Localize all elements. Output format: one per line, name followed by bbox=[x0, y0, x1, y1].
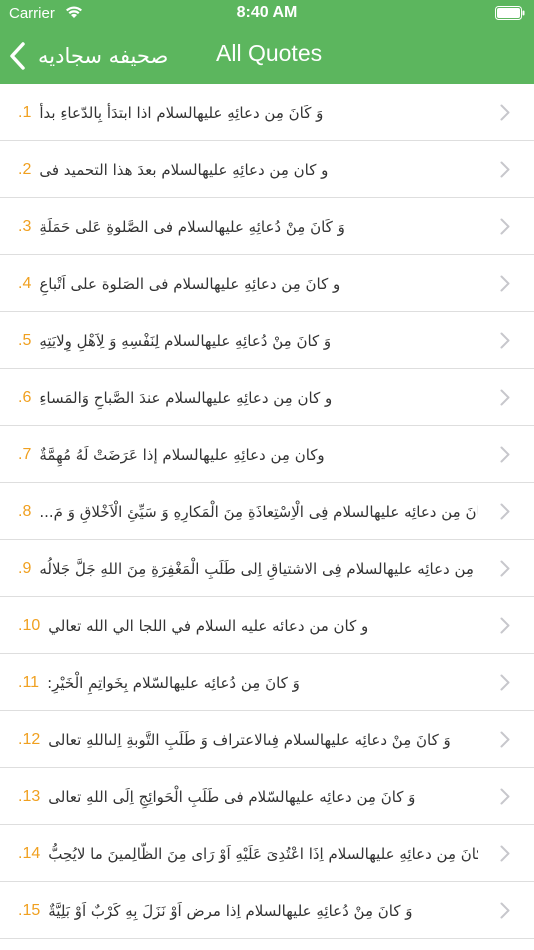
quote-title: وَ كانَ مِن دعائِهِ عليهالسلام اِذَا اعْ… bbox=[18, 825, 478, 882]
quote-row[interactable]: وَ كانَ مِن دعائِه عليهالسلام فِى الاشتي… bbox=[0, 540, 534, 597]
quote-text: وَ كانَ مِن دعائِه عليهالسّلام فى طَلَبِ… bbox=[48, 787, 416, 806]
quote-number: 1. bbox=[18, 103, 32, 121]
back-button[interactable]: صحیفه سجادیه bbox=[8, 36, 168, 76]
quote-text: وَ كانَ مِنْ دعائِه عليهالسلام فِىالاعتر… bbox=[48, 730, 451, 749]
quote-text: وَ كَانَ مِنْ دُعائِهِ عليهالسلام فى الص… bbox=[39, 217, 345, 236]
quote-number: 4. bbox=[18, 274, 32, 292]
quote-number: 5. bbox=[18, 331, 32, 349]
quote-number: 6. bbox=[18, 388, 32, 406]
quote-title: و كانَ مِن دعائِهِ عليهالسلام فى الصَلوة… bbox=[18, 255, 478, 312]
chevron-right-icon bbox=[500, 617, 510, 634]
quote-title: وَ كانَ مِن دُعائِه عليهالسّلام بِخَواتِ… bbox=[18, 654, 478, 711]
quote-title: و كان من دعائه عليه السلام في اللجا الي … bbox=[18, 597, 478, 654]
quote-number: 12. bbox=[18, 730, 41, 748]
quote-title: وكان مِن دعائِهِ عليهالسلام إذا عَرَضَتْ… bbox=[18, 426, 478, 483]
quote-title: وَ كانَ مِنْ دعائِه عليهالسلام فِىالاعتر… bbox=[18, 711, 478, 768]
quote-text: و كان مِن دعائِهِ عليهالسلام بعدَ هذا ال… bbox=[39, 160, 329, 179]
quote-number: 9. bbox=[18, 559, 32, 577]
quote-text: وَ كانَ مِنْ دُعائِهِ عليهالسلام لِنَفْس… bbox=[39, 331, 332, 350]
chevron-right-icon bbox=[500, 902, 510, 919]
quote-text: و كانَ مِن دعائِهِ عليهالسلام فى الصَلوة… bbox=[39, 274, 341, 293]
chevron-right-icon bbox=[500, 332, 510, 349]
battery-icon bbox=[495, 6, 525, 20]
quote-number: 10. bbox=[18, 616, 41, 634]
chevron-right-icon bbox=[500, 275, 510, 292]
quote-text: وَ كانَ مِن دُعائِه عليهالسّلام بِخَواتِ… bbox=[47, 673, 300, 692]
app-header: Carrier 8:40 AM صحیفه سجادیه All Quotes bbox=[0, 0, 534, 84]
quote-number: 11. bbox=[18, 673, 40, 691]
quote-row[interactable]: وَ كانَ مِنْ دُعائِهِ عليهالسلام لِنَفْس… bbox=[0, 312, 534, 369]
navigation-bar: صحیفه سجادیه All Quotes bbox=[0, 28, 534, 84]
chevron-right-icon bbox=[500, 446, 510, 463]
chevron-right-icon bbox=[500, 674, 510, 691]
quote-text: وَ كَانَ مِن دعائِهِ عليهالسلام اذا ابتد… bbox=[39, 103, 324, 122]
chevron-right-icon bbox=[500, 389, 510, 406]
quote-title: و كان مِن دعائِهِ عليهالسلام بعدَ هذا ال… bbox=[18, 141, 478, 198]
quote-row[interactable]: وَ كانَ مِن دعائِه عليهالسّلام فى طَلَبِ… bbox=[0, 768, 534, 825]
quote-row[interactable]: وَ كَانَ مِن دعائِهِ عليهالسلام اذا ابتد… bbox=[0, 84, 534, 141]
quote-number: 15. bbox=[18, 901, 41, 919]
chevron-right-icon bbox=[500, 104, 510, 121]
quote-row[interactable]: وَ كانَ مِن دعائِه عليهالسلام فِى الْاِس… bbox=[0, 483, 534, 540]
quote-number: 13. bbox=[18, 787, 41, 805]
quote-row[interactable]: وَ كَانَ مِنْ دُعائِهِ عليهالسلام فى الص… bbox=[0, 198, 534, 255]
status-time: 8:40 AM bbox=[236, 4, 298, 21]
quote-row[interactable]: وَ كانَ مِنْ دُعائِهِ عليهالسلام اِذا مر… bbox=[0, 882, 534, 939]
quote-row[interactable]: وَ كانَ مِن دعائِهِ عليهالسلام اِذَا اعْ… bbox=[0, 825, 534, 882]
quote-text: وكان مِن دعائِهِ عليهالسلام إذا عَرَضَتْ… bbox=[39, 445, 325, 464]
quote-row[interactable]: وَ كانَ مِن دُعائِه عليهالسّلام بِخَواتِ… bbox=[0, 654, 534, 711]
quote-row[interactable]: و كان مِن دعائِهِ عليهالسلام بعدَ هذا ال… bbox=[0, 141, 534, 198]
quote-text: وَ كانَ مِنْ دُعائِهِ عليهالسلام اِذا مر… bbox=[48, 901, 413, 920]
chevron-right-icon bbox=[500, 845, 510, 862]
quotes-list: وَ كَانَ مِن دعائِهِ عليهالسلام اذا ابتد… bbox=[0, 84, 534, 939]
quote-title: وَ كَانَ مِنْ دُعائِهِ عليهالسلام فى الص… bbox=[18, 198, 478, 255]
quote-text: و كان مِن دعائِهِ عليهالسلام عندَ الصَّب… bbox=[39, 388, 333, 407]
back-button-label: صحیفه سجادیه bbox=[38, 44, 169, 68]
quote-title: وَ كانَ مِن دعائِه عليهالسّلام فى طَلَبِ… bbox=[18, 768, 478, 825]
quote-number: 8. bbox=[18, 502, 32, 520]
quote-title: وَ كانَ مِن دعائِه عليهالسلام فِى الاشتي… bbox=[18, 540, 478, 597]
quote-row[interactable]: و كان من دعائه عليه السلام في اللجا الي … bbox=[0, 597, 534, 654]
chevron-right-icon bbox=[500, 218, 510, 235]
chevron-right-icon bbox=[500, 731, 510, 748]
chevron-right-icon bbox=[500, 788, 510, 805]
quote-number: 7. bbox=[18, 445, 32, 463]
quote-title: و كان مِن دعائِهِ عليهالسلام عندَ الصَّب… bbox=[18, 369, 478, 426]
quote-number: 14. bbox=[18, 844, 41, 862]
quote-row[interactable]: وكان مِن دعائِهِ عليهالسلام إذا عَرَضَتْ… bbox=[0, 426, 534, 483]
quote-title: وَ كانَ مِنْ دُعائِهِ عليهالسلام اِذا مر… bbox=[18, 882, 478, 939]
quote-number: 2. bbox=[18, 160, 32, 178]
quote-number: 3. bbox=[18, 217, 32, 235]
quote-text: وَ كانَ مِن دعائِهِ عليهالسلام اِذَا اعْ… bbox=[48, 844, 478, 863]
quote-title: وَ كانَ مِن دعائِه عليهالسلام فِى الْاِس… bbox=[18, 483, 478, 540]
quote-text: وَ كانَ مِن دعائِه عليهالسلام فِى الاشتي… bbox=[39, 559, 478, 578]
quote-text: وَ كانَ مِن دعائِه عليهالسلام فِى الْاِس… bbox=[39, 502, 478, 521]
chevron-right-icon bbox=[500, 161, 510, 178]
quote-text: و كان من دعائه عليه السلام في اللجا الي … bbox=[48, 616, 369, 635]
chevron-right-icon bbox=[500, 560, 510, 577]
quote-row[interactable]: وَ كانَ مِنْ دعائِه عليهالسلام فِىالاعتر… bbox=[0, 711, 534, 768]
quote-title: وَ كانَ مِنْ دُعائِهِ عليهالسلام لِنَفْس… bbox=[18, 312, 478, 369]
quote-title: وَ كَانَ مِن دعائِهِ عليهالسلام اذا ابتد… bbox=[18, 84, 478, 141]
quote-row[interactable]: و كان مِن دعائِهِ عليهالسلام عندَ الصَّب… bbox=[0, 369, 534, 426]
chevron-left-icon bbox=[10, 42, 25, 70]
chevron-right-icon bbox=[500, 503, 510, 520]
quote-row[interactable]: و كانَ مِن دعائِهِ عليهالسلام فى الصَلوة… bbox=[0, 255, 534, 312]
page-title: All Quotes bbox=[216, 40, 323, 66]
status-bar: Carrier 8:40 AM bbox=[0, 0, 534, 28]
